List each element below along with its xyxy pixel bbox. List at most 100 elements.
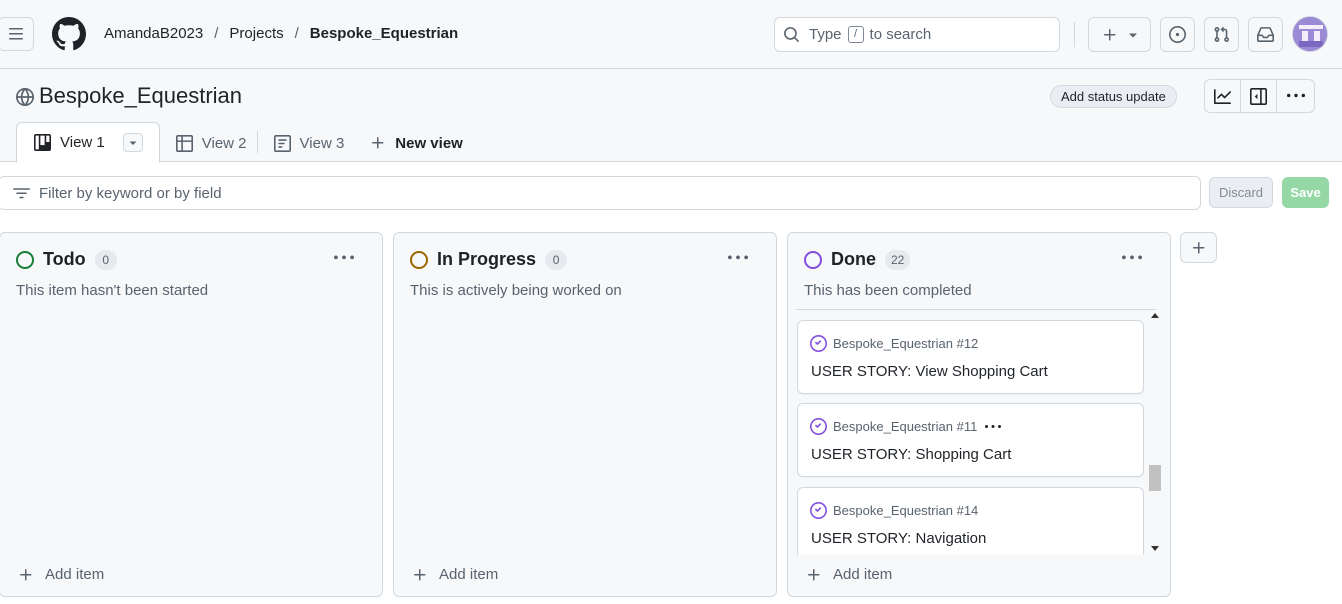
add-item-button[interactable]: Add item: [806, 566, 892, 583]
column-header: Done 22: [804, 249, 911, 270]
breadcrumb-project[interactable]: Bespoke_Equestrian: [310, 25, 458, 42]
add-item-label: Add item: [439, 566, 499, 583]
kebab-horizontal-icon: [985, 425, 1001, 428]
project-menu-button[interactable]: [1277, 80, 1314, 112]
breadcrumb-owner[interactable]: AmandaB2023: [104, 25, 203, 42]
hamburger-icon: [9, 28, 23, 40]
tab-divider: [256, 131, 258, 153]
breadcrumb-projects[interactable]: Projects: [229, 25, 283, 42]
view-options-button[interactable]: [122, 133, 143, 152]
git-pull-request-icon: [1214, 26, 1229, 42]
graph-icon: [1214, 88, 1231, 104]
card-list-scrollbar[interactable]: [1148, 313, 1162, 553]
search-icon: [784, 27, 799, 42]
roadmap-icon: [273, 134, 291, 152]
breadcrumb-separator: /: [214, 25, 219, 42]
column-header: Todo 0: [16, 249, 117, 270]
plus-icon: [1103, 28, 1115, 40]
kebab-horizontal-icon: [1122, 255, 1142, 260]
create-new-button[interactable]: [1088, 17, 1151, 52]
issue-card[interactable]: Bespoke_Equestrian #14 USER STORY: Navig…: [797, 487, 1144, 555]
add-item-label: Add item: [833, 566, 893, 583]
tab-view-2[interactable]: View 2: [166, 124, 257, 162]
status-circle-icon: [804, 250, 822, 269]
save-button[interactable]: Save: [1282, 177, 1329, 208]
card-list: Bespoke_Equestrian #12 USER STORY: View …: [796, 309, 1156, 555]
card-ref-text[interactable]: Bespoke_Equestrian #14: [833, 503, 978, 518]
column-name: In Progress: [437, 249, 537, 269]
card-title[interactable]: USER STORY: View Shopping Cart: [811, 363, 1048, 380]
inbox-button[interactable]: [1248, 17, 1283, 52]
discard-button[interactable]: Discard: [1209, 177, 1273, 208]
pull-requests-button[interactable]: [1204, 17, 1239, 52]
column-count: 0: [94, 249, 117, 270]
card-title[interactable]: USER STORY: Shopping Cart: [811, 446, 1011, 463]
filter-input[interactable]: Filter by keyword or by field: [0, 176, 1201, 210]
menu-button[interactable]: [0, 17, 34, 51]
scroll-up-arrow-icon[interactable]: [1151, 313, 1159, 318]
tab-label: View 3: [299, 134, 345, 152]
add-status-update-button[interactable]: Add status update: [1050, 85, 1177, 108]
github-logo-icon[interactable]: [52, 17, 86, 51]
scroll-down-arrow-icon[interactable]: [1151, 546, 1159, 551]
kebab-horizontal-icon: [334, 255, 354, 260]
tab-label: View 1: [60, 134, 105, 151]
side-panel-button[interactable]: [1241, 80, 1277, 112]
breadcrumb: AmandaB2023 / Projects / Bespoke_Equestr…: [104, 25, 458, 42]
issues-button[interactable]: [1160, 17, 1195, 52]
kebab-horizontal-icon: [728, 255, 748, 260]
status-circle-icon: [410, 250, 428, 269]
card-reference: Bespoke_Equestrian #14: [810, 502, 978, 519]
filter-placeholder: Filter by keyword or by field: [39, 184, 222, 202]
tab-view-1[interactable]: View 1: [16, 122, 160, 163]
add-item-label: Add item: [45, 566, 105, 583]
project-title: Bespoke_Equestrian: [39, 83, 243, 108]
column-menu-button[interactable]: [332, 249, 356, 267]
board-icon: [34, 134, 51, 151]
globe-icon: [16, 88, 34, 106]
card-ref-text[interactable]: Bespoke_Equestrian #12: [833, 336, 978, 351]
column-name: Done: [831, 249, 876, 269]
search-input[interactable]: Type / to search: [774, 17, 1060, 52]
status-circle-icon: [16, 250, 34, 269]
card-ref-text[interactable]: Bespoke_Equestrian #11: [833, 419, 977, 434]
new-view-button[interactable]: New view: [360, 124, 473, 162]
inbox-icon: [1257, 27, 1274, 42]
header-divider: [1074, 22, 1075, 47]
card-title[interactable]: USER STORY: Navigation: [811, 530, 986, 547]
column-count: 22: [885, 249, 911, 270]
column-menu-button[interactable]: [726, 249, 750, 267]
column-menu-button[interactable]: [1120, 249, 1144, 267]
issue-closed-icon: [810, 335, 827, 352]
issue-opened-icon: [1169, 26, 1186, 43]
insights-button[interactable]: [1205, 80, 1241, 112]
issue-card[interactable]: Bespoke_Equestrian #11 USER STORY: Shopp…: [797, 403, 1144, 477]
card-menu-button[interactable]: [983, 419, 1003, 435]
card-reference: Bespoke_Equestrian #11: [810, 418, 977, 435]
add-item-button[interactable]: Add item: [18, 566, 104, 583]
tab-view-3[interactable]: View 3: [264, 124, 355, 162]
table-icon: [175, 134, 193, 152]
column-description: This is actively being worked on: [410, 282, 622, 299]
column-description: This item hasn't been started: [16, 282, 209, 299]
user-avatar[interactable]: [1292, 16, 1328, 52]
card-reference: Bespoke_Equestrian #12: [810, 335, 978, 352]
breadcrumb-separator: /: [294, 25, 299, 42]
scroll-thumb[interactable]: [1149, 465, 1161, 491]
global-header: AmandaB2023 / Projects / Bespoke_Equestr…: [0, 0, 1342, 69]
plus-icon: [20, 568, 32, 580]
filter-icon: [13, 187, 30, 198]
sidebar-expand-icon: [1250, 87, 1267, 105]
column-header: In Progress 0: [410, 249, 568, 270]
plus-icon: [372, 137, 384, 149]
project-actions: [1204, 79, 1315, 113]
add-column-button[interactable]: [1180, 232, 1217, 263]
column-description: This has been completed: [804, 282, 972, 299]
search-suffix: to search: [869, 26, 932, 43]
add-item-button[interactable]: Add item: [412, 566, 498, 583]
column-in-progress: In Progress 0 This is actively being wor…: [393, 232, 777, 597]
column-done: Done 22 This has been completed Bespoke_…: [787, 232, 1171, 597]
column-todo: Todo 0 This item hasn't been started Add…: [0, 232, 383, 597]
issue-card[interactable]: Bespoke_Equestrian #12 USER STORY: View …: [797, 320, 1144, 394]
column-name: Todo: [43, 249, 86, 269]
